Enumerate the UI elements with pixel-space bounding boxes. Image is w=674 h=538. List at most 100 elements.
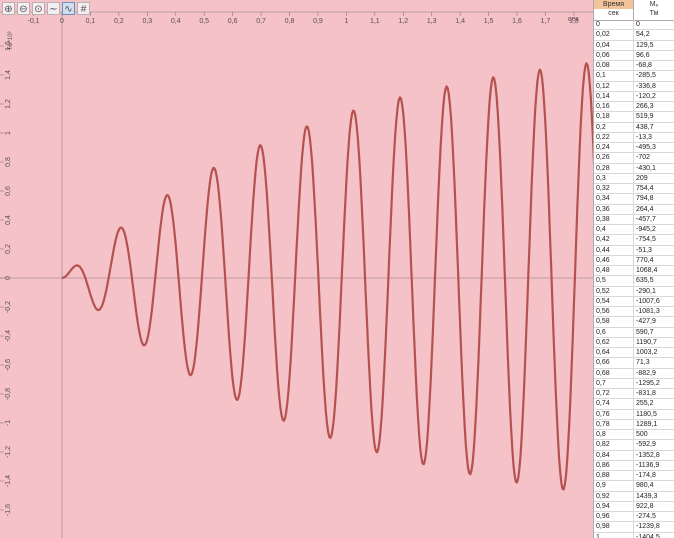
x-tick-label: 1,7 [541,18,551,25]
moment-unit-label: Тм [649,10,659,17]
table-row[interactable]: 0,7 -1295,2 [594,378,674,389]
table-row[interactable]: 0,8 500 [594,430,674,441]
table-row[interactable]: 0,02 54,2 [594,30,674,41]
table-row[interactable]: 0,04 129,5 [594,40,674,51]
time-cell: 0,42 [594,235,634,245]
y-tick-label: 1 [5,131,12,135]
time-cell: 0,04 [594,40,634,50]
table-row[interactable]: 0,84 -1352,8 [594,450,674,461]
table-row[interactable]: 0,2 438,7 [594,122,674,133]
table-row[interactable]: 0,44 -51,3 [594,245,674,256]
table-row[interactable]: 0,14 -120,2 [594,91,674,102]
table-row[interactable]: 0,42 -754,5 [594,235,674,246]
x-tick-label: 0,7 [256,18,266,25]
table-row[interactable]: 00 [594,20,674,31]
x-tick-label: 1,5 [484,18,494,25]
y-tick-label: -1,2 [5,446,12,458]
table-row[interactable]: 0,76 1180,5 [594,409,674,420]
table-row[interactable]: 0,66 71,3 [594,358,674,369]
time-header-label: Время [594,0,633,9]
line-color-icon[interactable]: ∼ [47,2,60,15]
time-cell: 0,64 [594,348,634,358]
x-tick-label: 0,4 [171,18,181,25]
moment-cell: 1289,1 [636,420,658,428]
grid-icon[interactable]: # [77,2,90,15]
table-row[interactable]: 0,86 -1136,9 [594,460,674,471]
moment-cell: 1190,7 [636,338,657,346]
table-row[interactable]: 0,94 922,8 [594,501,674,512]
table-row[interactable]: 0,22 -13,3 [594,132,674,143]
table-row[interactable]: 0,46 770,4 [594,255,674,266]
time-cell: 0,38 [594,214,634,224]
table-row[interactable]: 0,64 1003,2 [594,348,674,359]
moment-cell: -702 [636,154,651,162]
table-header: Время сек Mₑ Тм [594,0,674,21]
time-cell: 0,88 [594,471,634,481]
table-row[interactable]: 0,98 -1239,8 [594,522,674,533]
table-row[interactable]: 0,78 1289,1 [594,419,674,430]
line-mode-icon[interactable]: ∿ [62,2,75,15]
time-column-header[interactable]: Время сек [594,0,634,20]
zoom-out-icon[interactable]: ⊖ [17,2,30,15]
data-table[interactable]: Время сек Mₑ Тм 0 0 0,02 54,2 0,04 129,5 0,06 9… [593,0,674,538]
table-row[interactable]: 0,26 -702 [594,153,674,164]
table-row[interactable]: 0,82 -592,9 [594,440,674,451]
app-window: -0,1 0 0,1 0,2 0,3 0,4 0,5 0,6 0,7 0,8 0,9 1 1,1 1,2 1… [0,0,674,538]
table-row[interactable]: 0,74 255,2 [594,399,674,410]
table-row[interactable]: 0,1 -285,5 [594,71,674,82]
time-cell: 0,46 [594,255,634,265]
table-row[interactable]: 0,96 -274,5 [594,512,674,523]
moment-cell: -1352,8 [636,451,660,459]
table-row[interactable]: 0,6 590,7 [594,327,674,338]
time-cell: 0,62 [594,337,634,347]
moment-cell: -274,5 [636,513,656,520]
table-row[interactable]: 0,92 1439,3 [594,491,674,502]
time-cell: 0,34 [594,194,634,204]
moment-cell: -457,7 [636,215,656,223]
table-row[interactable]: 0,3 209 [594,173,674,184]
table-row[interactable]: 0,4 -945,2 [594,225,674,236]
table-row[interactable]: 0,12 -336,8 [594,81,674,92]
table-row[interactable]: 0,36 264,4 [594,204,674,215]
table-row[interactable]: 0,58 -427,9 [594,317,674,328]
table-row[interactable]: 0,54 -1007,6 [594,296,674,307]
time-cell: 0,66 [594,358,634,368]
table-row[interactable]: 0,68 -882,9 [594,368,674,379]
table-row[interactable]: 0,08 -68,8 [594,61,674,72]
table-row[interactable]: 0,06 96,6 [594,50,674,61]
time-cell: 0,44 [594,245,634,255]
x-tick-label: -0,1 [28,18,40,25]
table-row[interactable]: 0,38 -457,7 [594,214,674,225]
table-row[interactable]: 0,9 980,4 [594,481,674,492]
table-row[interactable]: 0,72 -831,8 [594,389,674,400]
x-tick-label: 1,3 [427,18,437,25]
time-cell: 0,2 [594,122,634,132]
table-row[interactable]: 0,62 1190,7 [594,337,674,348]
table-row[interactable]: 0,5 635,5 [594,276,674,287]
table-row[interactable]: 0,28 -430,1 [594,163,674,174]
table-row[interactable]: 0,34 794,8 [594,194,674,205]
zoom-in-icon[interactable]: ⊕ [2,2,15,15]
moment-cell: 71,3 [636,359,650,367]
table-row[interactable]: 0,56 -1081,3 [594,307,674,318]
table-row[interactable]: 0,24 -495,3 [594,143,674,154]
table-row[interactable]: 0,48 1068,4 [594,266,674,277]
moment-cell: 1068,4 [636,267,658,274]
table-row[interactable]: 0,52 -290,1 [594,286,674,297]
time-cell: 0,28 [594,163,634,173]
zoom-reset-icon[interactable]: ⊙ [32,2,45,15]
chart-plot[interactable]: -0,1 0 0,1 0,2 0,3 0,4 0,5 0,6 0,7 0,8 0,9 1 1,1 1,2 1… [0,0,596,538]
table-row[interactable]: 0,88 -174,8 [594,471,674,482]
moment-cell: -68,8 [636,62,652,69]
table-row[interactable]: 0,18 519,9 [594,112,674,123]
table-row[interactable]: 1 -1404,5 [594,532,674,538]
moment-header-label: Mₑ [649,1,659,8]
chart-toolbar: ⊕ ⊖ ⊙ ∼ ∿ # [2,2,90,16]
time-cell: 0,3 [594,173,634,183]
moment-column-header[interactable]: Mₑ Тм [634,0,674,20]
table-row[interactable]: 0,32 754,4 [594,184,674,195]
moment-cell: -1007,6 [636,297,660,305]
time-cell: 0,84 [594,450,634,460]
x-tick-label: 0,6 [228,18,238,25]
table-row[interactable]: 0,16 266,3 [594,102,674,113]
